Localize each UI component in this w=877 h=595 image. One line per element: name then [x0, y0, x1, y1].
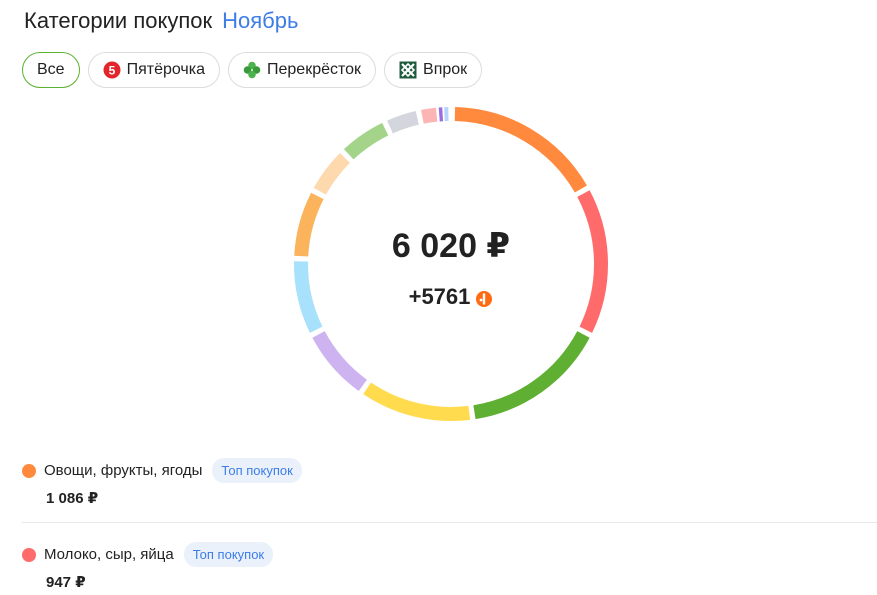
bonus-coin-icon: [475, 288, 493, 307]
donut-segment[interactable]: [313, 152, 350, 195]
category-amount: 1 086 ₽: [46, 490, 99, 507]
donut-segment[interactable]: [363, 382, 471, 421]
total-amount: 6 020 ₽: [391, 227, 511, 265]
top-purchases-badge: Топ покупок: [212, 458, 302, 483]
donut-segment[interactable]: [473, 331, 590, 420]
donut-segment[interactable]: [577, 190, 608, 333]
donut-segment[interactable]: [343, 122, 389, 160]
divider: [22, 522, 877, 523]
donut-segment[interactable]: [421, 107, 438, 124]
bonus-value: +5761: [408, 284, 471, 309]
category-color-dot: [22, 463, 36, 478]
bonus-points: +5761: [336, 284, 566, 310]
category-color-dot: [22, 547, 36, 562]
donut-segment[interactable]: [294, 261, 323, 333]
category-name: Овощи, фрукты, ягоды: [44, 462, 203, 479]
category-item[interactable]: Молоко, сыр, яйца Топ покупок 947 ₽: [22, 542, 274, 591]
donut-segment[interactable]: [294, 192, 324, 257]
donut-segment[interactable]: [312, 330, 368, 392]
category-item[interactable]: Овощи, фрукты, ягоды Топ покупок 1 086 ₽: [22, 458, 302, 507]
category-name: Молоко, сыр, яйца: [44, 546, 174, 563]
donut-segment[interactable]: [454, 107, 587, 193]
category-amount: 947 ₽: [46, 574, 86, 591]
top-purchases-badge: Топ покупок: [183, 542, 274, 567]
donut-segment[interactable]: [387, 111, 419, 134]
